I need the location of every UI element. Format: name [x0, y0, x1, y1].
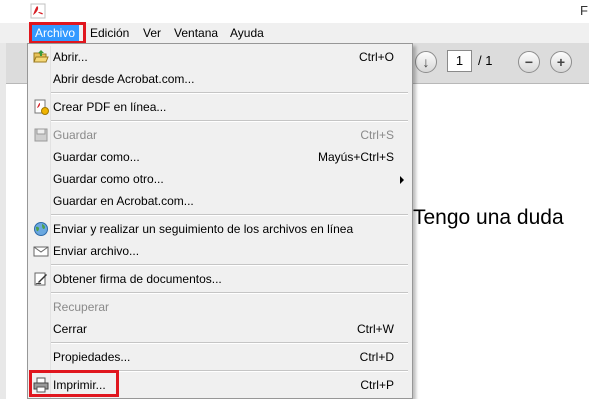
menu-item-imprimir[interactable]: Imprimir... Ctrl+P	[28, 374, 412, 396]
menu-bar: Archivo Edición Ver Ventana Ayuda	[0, 23, 589, 43]
menu-ayuda[interactable]: Ayuda	[226, 23, 268, 43]
document-text: Tengo una duda	[413, 206, 564, 229]
menu-separator	[51, 92, 408, 94]
menu-separator	[51, 342, 408, 344]
menu-item-abrir[interactable]: Abrir... Ctrl+O	[28, 46, 412, 68]
menu-item-crear-pdf[interactable]: Crear PDF en línea...	[28, 96, 412, 118]
open-folder-icon	[33, 50, 49, 63]
menu-separator	[51, 214, 408, 216]
menu-item-guardar-acrobat[interactable]: Guardar en Acrobat.com...	[28, 190, 412, 212]
menu-item-obtener-firma[interactable]: Obtener firma de documentos...	[28, 268, 412, 290]
title-bar: F	[0, 0, 589, 23]
menu-item-guardar-como-otro[interactable]: Guardar como otro...	[28, 168, 412, 190]
page-number-input[interactable]: 1	[447, 50, 472, 72]
envelope-icon	[33, 246, 49, 257]
arrow-down-icon: ↓	[422, 54, 430, 70]
menu-item-guardar[interactable]: Guardar Ctrl+S	[28, 124, 412, 146]
left-panel-strip	[0, 43, 6, 399]
menu-edicion[interactable]: Edición	[86, 23, 133, 43]
menu-archivo[interactable]: Archivo	[31, 23, 80, 43]
globe-icon	[34, 222, 48, 236]
menu-separator	[51, 120, 408, 122]
zoom-in-button[interactable]: +	[550, 51, 572, 73]
menu-item-guardar-como[interactable]: Guardar como... Mayús+Ctrl+S	[28, 146, 412, 168]
next-page-button[interactable]: ↓	[415, 51, 437, 73]
menu-separator	[51, 292, 408, 294]
menu-item-enviar-archivo[interactable]: Enviar archivo...	[28, 240, 412, 262]
menu-item-recuperar[interactable]: Recuperar	[28, 296, 412, 318]
printer-icon	[33, 377, 49, 393]
menu-item-abrir-acrobat[interactable]: Abrir desde Acrobat.com...	[28, 68, 412, 90]
menu-ver[interactable]: Ver	[139, 23, 165, 43]
menu-item-cerrar[interactable]: Cerrar Ctrl+W	[28, 318, 412, 340]
menu-separator	[51, 370, 408, 372]
page-total: / 1	[478, 53, 493, 68]
menu-separator	[51, 264, 408, 266]
zoom-out-button[interactable]: −	[518, 51, 540, 73]
sign-document-icon	[34, 272, 47, 286]
adobe-reader-icon	[30, 3, 46, 19]
menu-item-enviar-seguimiento[interactable]: Enviar y realizar un seguimiento de los …	[28, 218, 412, 240]
menu-item-propiedades[interactable]: Propiedades... Ctrl+D	[28, 346, 412, 368]
menu-ventana[interactable]: Ventana	[170, 23, 222, 43]
file-menu-dropdown: Abrir... Ctrl+O Abrir desde Acrobat.com.…	[27, 43, 413, 399]
window-title-fragment: F	[580, 3, 588, 18]
minus-icon: −	[524, 54, 534, 70]
submenu-arrow-icon	[400, 176, 404, 184]
plus-icon: +	[556, 54, 566, 70]
save-disk-icon	[34, 128, 48, 142]
create-pdf-icon	[34, 99, 49, 115]
